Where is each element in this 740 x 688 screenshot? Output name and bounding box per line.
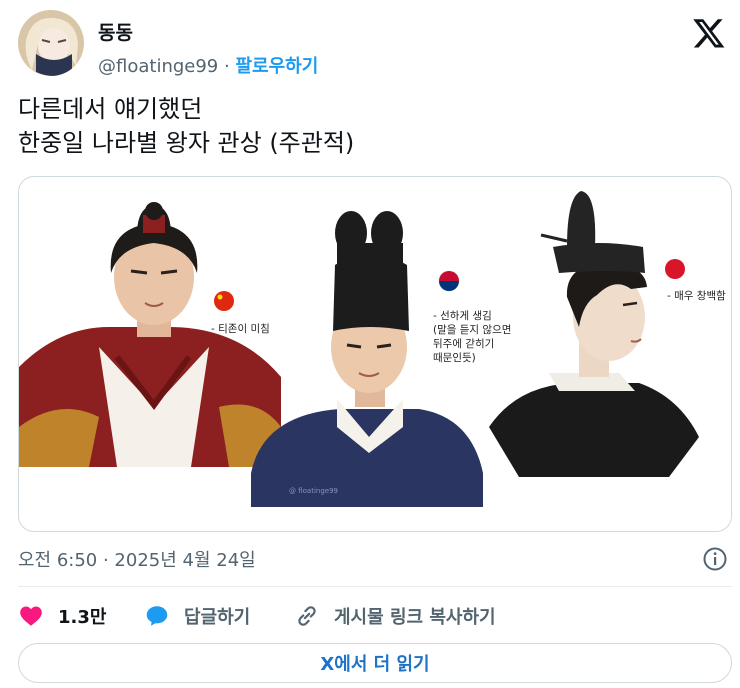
divider — [18, 586, 732, 587]
japan-caption: - 매우 창백함 — [667, 290, 726, 302]
copy-link-button[interactable]: 게시물 링크 복사하기 — [294, 600, 496, 632]
handle-row: @floatinge99 · 팔로우하기 — [98, 52, 318, 78]
reply-label: 답글하기 — [184, 607, 251, 628]
tweet-header: 동동 @floatinge99 · 팔로우하기 — [18, 10, 730, 78]
tweet-text: 다른데서 얘기했던 한중일 나라별 왕자 관상 (주관적) — [18, 92, 718, 160]
separator: · — [224, 56, 230, 77]
korea-caption-line-3: 뒤주에 갇히기 — [433, 338, 494, 350]
tweet-text-line-2: 한중일 나라별 왕자 관상 (주관적) — [18, 129, 355, 157]
action-bar: 1.3만 답글하기 게시물 링크 복사하기 — [18, 600, 732, 632]
follow-button[interactable]: 팔로우하기 — [235, 56, 318, 77]
avatar[interactable] — [18, 10, 84, 76]
tweet-image[interactable]: - 티존이 미침 @ floatinge99 - 선하게 생김 (말을 듣지 않… — [18, 176, 732, 532]
copy-link-label: 게시물 링크 복사하기 — [334, 607, 496, 628]
china-flag-icon — [214, 291, 234, 311]
china-caption: - 티존이 미침 — [211, 323, 270, 335]
reply-bubble-icon — [146, 606, 168, 626]
tweet-timestamp[interactable]: 오전 6:50 · 2025년 4월 24일 — [18, 546, 256, 572]
image-watermark: @ floatinge99 — [289, 487, 338, 495]
korea-caption-line-1: - 선하게 생김 — [433, 309, 492, 322]
korea-caption-line-4: 때문인듯) — [433, 352, 476, 364]
korea-flag-icon — [438, 270, 460, 292]
display-name[interactable]: 동동 — [98, 18, 133, 45]
link-icon — [298, 606, 316, 626]
like-button[interactable]: 1.3만 — [18, 600, 106, 632]
japan-flag-icon — [665, 259, 685, 279]
tweet-text-line-1: 다른데서 얘기했던 — [18, 95, 203, 123]
reply-button[interactable]: 답글하기 — [144, 600, 250, 632]
korea-caption-line-2: (말을 듣지 않으면 — [433, 324, 511, 336]
heart-icon — [20, 606, 42, 626]
info-icon[interactable] — [702, 546, 728, 572]
handle[interactable]: @floatinge99 — [98, 56, 218, 77]
japanese-prince-illustration — [489, 191, 699, 477]
like-count: 1.3만 — [58, 607, 107, 628]
x-logo-icon[interactable] — [692, 16, 726, 50]
read-more-on-x-button[interactable]: X에서 더 읽기 — [18, 643, 732, 683]
